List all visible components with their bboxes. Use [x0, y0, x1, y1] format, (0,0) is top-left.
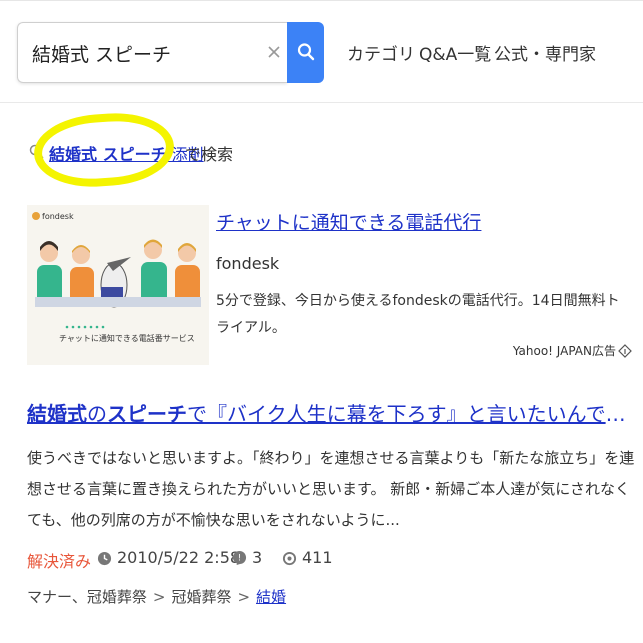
views-item: 411	[282, 548, 333, 567]
breadcrumb-separator: >	[152, 588, 166, 606]
post-date: 2010/5/22 2:58	[117, 548, 241, 567]
ad-title-link[interactable]: チャットに通知できる電話代行	[216, 208, 481, 235]
status-badge: 解決済み	[27, 552, 92, 571]
view-icon	[282, 551, 297, 566]
clear-icon[interactable]	[264, 42, 284, 62]
breadcrumb-item-current[interactable]: 結婚	[256, 588, 286, 606]
clock-icon	[97, 551, 112, 566]
breadcrumb-item[interactable]: 冠婚葬祭	[171, 588, 231, 606]
result-snippet: 使うべきではないと思いますよ。「終わり」を連想させる言葉よりも「新たな旅立ち」を…	[27, 449, 635, 529]
info-icon[interactable]	[618, 344, 632, 358]
suggestion-tail: で検索	[185, 145, 234, 164]
breadcrumb-item[interactable]: マナー、冠婚葬祭	[27, 588, 147, 606]
highlight-circle	[31, 109, 177, 191]
answers-item: ! 3	[232, 548, 262, 567]
title-bold-1: 結婚式	[27, 402, 87, 426]
ad-illustration: fondesk チャットに通知できる電話番サービス	[27, 205, 209, 365]
title-mid: の	[87, 402, 107, 426]
title-bold-2: スピーチ	[107, 402, 187, 426]
ad-image[interactable]: fondesk チャットに通知できる電話番サービス	[27, 205, 209, 365]
answer-count: 3	[252, 548, 263, 567]
nav-qa-list[interactable]: Q&A一覧	[419, 40, 491, 65]
ad-description: 5分で登録、今日から使えるfondeskの電話代行。14日間無料トライアル。	[216, 293, 620, 336]
nav-category[interactable]: カテゴリ	[347, 40, 415, 65]
ad-brand: fondesk	[42, 212, 74, 221]
ad-domain: fondesk	[216, 254, 280, 273]
ad-caption: チャットに通知できる電話番サービス	[59, 333, 195, 343]
search-input[interactable]	[32, 35, 252, 71]
ad-label[interactable]: Yahoo! JAPAN広告	[513, 342, 632, 359]
header: カテゴリ Q&A一覧 公式・専門家	[0, 0, 643, 103]
view-count: 411	[302, 548, 333, 567]
breadcrumb-separator: >	[237, 588, 251, 606]
ad-label-text: Yahoo! JAPAN広告	[512, 344, 616, 358]
svg-text:!: !	[238, 552, 241, 562]
result-title-link[interactable]: 結婚式のスピーチで『バイク人生に幕を下ろす』と言いたいんですが、これは忌…	[27, 398, 627, 427]
breadcrumb: マナー、冠婚葬祭 > 冠婚葬祭 > 結婚	[27, 586, 286, 607]
answer-icon: !	[232, 550, 247, 566]
search-box[interactable]	[17, 22, 287, 83]
title-rest: で『バイク人生に幕を下ろす』と言いたいんですが、これは忌…	[187, 402, 627, 426]
search-icon	[297, 43, 315, 61]
date-item: 2010/5/22 2:58	[97, 548, 240, 567]
search-button[interactable]	[287, 22, 324, 83]
nav-official[interactable]: 公式・専門家	[494, 40, 596, 65]
